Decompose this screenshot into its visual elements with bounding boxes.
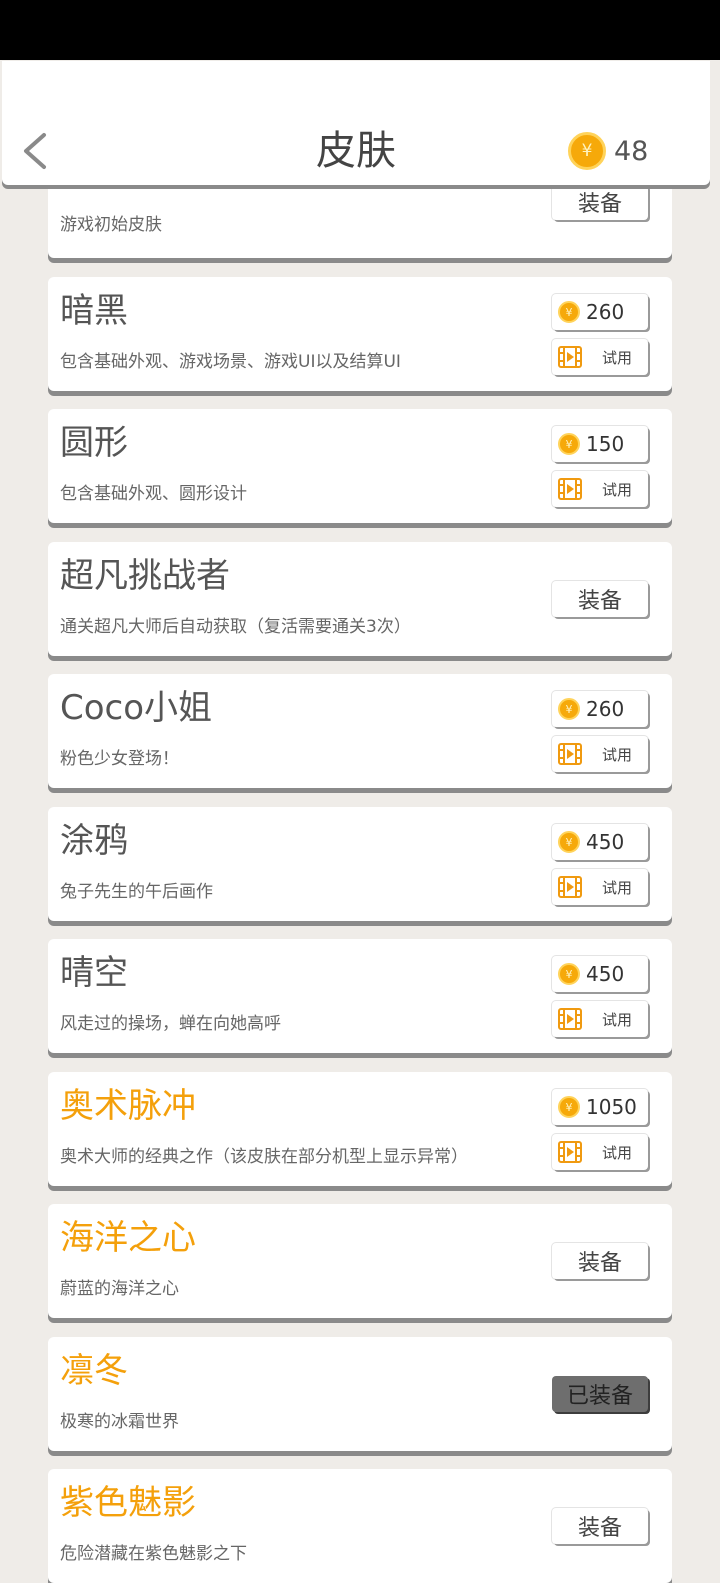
try-button[interactable]: 试用 — [552, 471, 648, 507]
try-label: 试用 — [602, 480, 633, 499]
equip-button[interactable]: 装备 — [552, 1508, 648, 1544]
buy-button[interactable]: ¥260 — [552, 691, 648, 727]
skin-card: 圆形包含基础外观、圆形设计 ¥150 试用 — [48, 409, 672, 523]
equip-button[interactable]: 装备 — [552, 581, 648, 617]
coin-icon: ¥ — [558, 831, 580, 853]
skin-description: 危险潜藏在紫色魅影之下 — [60, 1544, 247, 1564]
coin-icon: ¥ — [558, 698, 580, 720]
video-icon — [558, 1008, 582, 1030]
equip-label: 装备 — [577, 1251, 622, 1276]
equip-label: 装备 — [577, 1516, 622, 1541]
try-button[interactable]: 试用 — [552, 1001, 648, 1037]
skin-description: 蔚蓝的海洋之心 — [60, 1279, 179, 1299]
skin-card: Coco小姐粉色少女登场！ ¥260 试用 — [48, 674, 672, 788]
try-label: 试用 — [602, 348, 633, 367]
coin-icon: ¥ — [568, 132, 606, 170]
skin-name: 超凡挑战者 — [60, 556, 230, 596]
video-icon — [558, 346, 582, 368]
skin-name: 奥术脉冲 — [60, 1086, 196, 1126]
try-label: 试用 — [602, 878, 633, 897]
skin-name: 海洋之心 — [60, 1218, 196, 1258]
try-label: 试用 — [602, 1143, 633, 1162]
coin-count: 48 — [614, 135, 649, 167]
coin-icon: ¥ — [558, 1096, 580, 1118]
buy-button[interactable]: ¥450 — [552, 956, 648, 992]
skin-card: 海洋之心蔚蓝的海洋之心 装备 — [48, 1204, 672, 1318]
price-label: 450 — [586, 830, 625, 854]
skin-name: 凛冬 — [60, 1351, 128, 1391]
equip-button[interactable]: 装备 — [552, 1243, 648, 1279]
skin-card: 紫色魅影危险潜藏在紫色魅影之下 装备 — [48, 1469, 672, 1583]
try-button[interactable]: 试用 — [552, 339, 648, 375]
top-bar: 皮肤 ¥ 48 — [2, 61, 710, 185]
skin-name: 晴空 — [60, 953, 128, 993]
try-button[interactable]: 试用 — [552, 869, 648, 905]
try-button[interactable]: 试用 — [552, 1134, 648, 1170]
equipped-button[interactable]: 已装备 — [552, 1376, 648, 1412]
skin-description: 奥术大师的经典之作（该皮肤在部分机型上显示异常） — [60, 1147, 468, 1167]
price-label: 260 — [586, 300, 625, 324]
skin-description: 兔子先生的午后画作 — [60, 882, 213, 902]
skin-card: 超凡挑战者通关超凡大师后自动获取（复活需要通关3次） 装备 — [48, 542, 672, 656]
skin-name: Coco小姐 — [60, 688, 213, 728]
skin-description: 粉色少女登场！ — [60, 749, 179, 769]
skin-name: 涂鸦 — [60, 821, 128, 861]
status-bar — [0, 0, 720, 60]
skin-description: 通关超凡大师后自动获取（复活需要通关3次） — [60, 617, 411, 637]
skin-description: 极寒的冰霜世界 — [60, 1412, 179, 1432]
skin-name: 圆形 — [60, 423, 128, 463]
video-icon — [558, 1141, 582, 1163]
video-icon — [558, 876, 582, 898]
buy-button[interactable]: ¥1050 — [552, 1089, 648, 1125]
skin-description: 游戏初始皮肤 — [60, 215, 162, 235]
equip-label: 装备 — [577, 192, 622, 217]
equip-label: 装备 — [577, 589, 622, 614]
skin-name: 紫色魅影 — [60, 1483, 196, 1523]
skin-card: 暗黑包含基础外观、游戏场景、游戏UI以及结算UI ¥260 试用 — [48, 277, 672, 391]
try-button[interactable]: 试用 — [552, 736, 648, 772]
coin-balance: ¥ 48 — [568, 131, 648, 171]
buy-button[interactable]: ¥150 — [552, 426, 648, 462]
buy-button[interactable]: ¥260 — [552, 294, 648, 330]
price-label: 1050 — [586, 1095, 637, 1119]
price-label: 450 — [586, 962, 625, 986]
skin-description: 风走过的操场，蝉在向她高呼 — [60, 1014, 281, 1034]
skin-card: 涂鸦兔子先生的午后画作 ¥450 试用 — [48, 807, 672, 921]
price-label: 150 — [586, 432, 625, 456]
video-icon — [558, 478, 582, 500]
skin-description: 包含基础外观、游戏场景、游戏UI以及结算UI — [60, 352, 401, 372]
skin-card: 晴空风走过的操场，蝉在向她高呼 ¥450 试用 — [48, 939, 672, 1053]
skin-card: 凛冬极寒的冰霜世界 已装备 — [48, 1337, 672, 1451]
video-icon — [558, 743, 582, 765]
coin-icon: ¥ — [558, 301, 580, 323]
equip-button[interactable]: 装备 — [552, 184, 648, 220]
try-label: 试用 — [602, 745, 633, 764]
skin-name: 暗黑 — [60, 291, 128, 331]
try-label: 试用 — [602, 1010, 633, 1029]
skin-card: 奥术脉冲奥术大师的经典之作（该皮肤在部分机型上显示异常） ¥1050 试用 — [48, 1072, 672, 1186]
coin-icon: ¥ — [558, 433, 580, 455]
buy-button[interactable]: ¥450 — [552, 824, 648, 860]
coin-icon: ¥ — [558, 963, 580, 985]
price-label: 260 — [586, 697, 625, 721]
equipped-label: 已装备 — [566, 1384, 633, 1409]
skin-description: 包含基础外观、圆形设计 — [60, 484, 247, 504]
